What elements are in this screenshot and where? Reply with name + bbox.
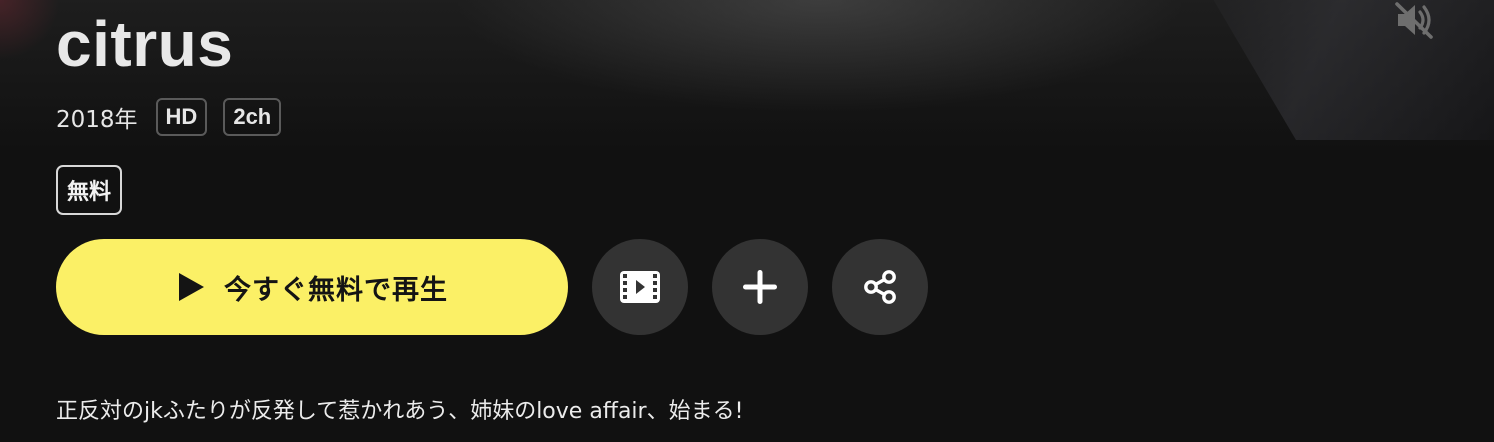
description-text: 正反対のjkふたりが反発して惹かれあう、姉妹のlove affair、始まる!: [56, 399, 744, 424]
release-year: 2018年: [56, 107, 138, 133]
share-icon: [864, 270, 896, 304]
muted-speaker-icon: [1395, 2, 1433, 39]
add-to-list-button[interactable]: [712, 239, 808, 335]
play-icon: [179, 273, 204, 301]
share-button[interactable]: [832, 239, 928, 335]
hero-image-shadow: [1213, 0, 1494, 140]
audio-badge: 2ch: [223, 98, 282, 136]
play-free-button[interactable]: 今すぐ無料で再生: [56, 239, 568, 335]
quality-badge: HD: [155, 98, 208, 136]
mute-toggle-button[interactable]: [1390, 0, 1438, 40]
meta-row: 2018年 HD 2ch: [56, 96, 282, 138]
play-button-label: 今すぐ無料で再生: [224, 274, 448, 306]
hero-image-tint: [0, 0, 60, 60]
free-badge: 無料: [56, 165, 123, 215]
trailer-button[interactable]: [592, 239, 688, 335]
page-title: citrus: [56, 8, 234, 80]
film-icon: [620, 271, 660, 303]
plus-icon: [743, 270, 777, 304]
